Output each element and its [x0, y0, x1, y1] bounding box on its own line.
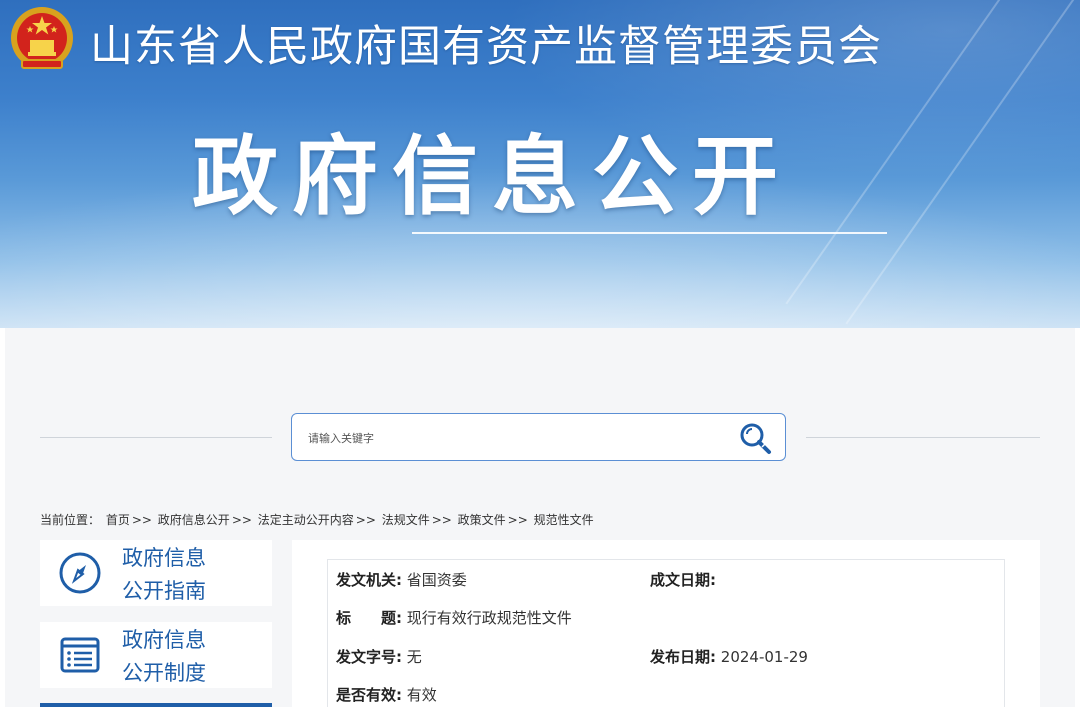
breadcrumb-separator: >> — [231, 513, 252, 527]
breadcrumb-policy-docs[interactable]: 政策文件 — [458, 513, 506, 527]
sidebar-label-line: 公开指南 — [122, 579, 206, 603]
search-input[interactable] — [306, 424, 730, 452]
meta-title: 标 题: 现行有效行政规范性文件 — [336, 607, 572, 628]
meta-published-label: 发布日期: — [650, 648, 716, 666]
sidebar-item-system[interactable]: 政府信息 公开制度 — [40, 622, 272, 688]
meta-published-value: 2024-01-29 — [720, 648, 808, 666]
sidebar-label-line: 公开制度 — [122, 661, 206, 685]
search-divider-right — [806, 437, 1040, 438]
breadcrumb-separator: >> — [131, 513, 152, 527]
breadcrumb-home[interactable]: 首页 — [106, 513, 130, 527]
breadcrumb-prefix: 当前位置： — [40, 513, 101, 527]
breadcrumb-separator: >> — [355, 513, 376, 527]
document-list-icon — [60, 637, 100, 673]
sidebar-item-label: 政府信息 公开制度 — [122, 624, 262, 690]
search-icon[interactable] — [737, 420, 773, 456]
meta-published-date: 发布日期: 2024-01-29 — [650, 646, 808, 667]
search-divider-left — [40, 437, 272, 438]
meta-issuer: 发文机关: 省国资委 — [336, 569, 467, 590]
search-bar — [291, 413, 786, 461]
sidebar-item-label: 政府信息 公开指南 — [122, 542, 262, 608]
site-title: 山东省人民政府国有资产监督管理委员会 — [90, 22, 882, 72]
compass-icon — [59, 552, 101, 594]
sidebar-label-line: 政府信息 — [122, 546, 206, 570]
sidebar-item-active-indicator[interactable] — [40, 703, 272, 707]
heading-underline — [412, 232, 887, 234]
meta-validity-value: 有效 — [406, 686, 437, 704]
breadcrumb: 当前位置： 首页 >> 政府信息公开 >> 法定主动公开内容 >> 法规文件 >> 政策… — [40, 511, 596, 528]
breadcrumb-normative-docs[interactable]: 规范性文件 — [534, 513, 594, 527]
sidebar-label-line: 政府信息 — [122, 628, 206, 652]
meta-title-value: 现行有效行政规范性文件 — [406, 609, 572, 627]
breadcrumb-separator: >> — [507, 513, 528, 527]
meta-created-label: 成文日期: — [650, 571, 716, 589]
meta-doc-number-label: 发文字号: — [336, 648, 402, 666]
meta-doc-number: 发文字号: 无 — [336, 646, 422, 667]
page-heading: 政府信息公开 — [192, 127, 792, 227]
meta-issuer-label: 发文机关: — [336, 571, 402, 589]
meta-issuer-value: 省国资委 — [406, 571, 467, 589]
meta-validity: 是否有效: 有效 — [336, 684, 437, 705]
breadcrumb-regulations[interactable]: 法规文件 — [382, 513, 430, 527]
sidebar-item-guide[interactable]: 政府信息 公开指南 — [40, 540, 272, 606]
breadcrumb-separator: >> — [431, 513, 452, 527]
national-emblem-icon — [11, 7, 73, 69]
breadcrumb-statutory-content[interactable]: 法定主动公开内容 — [258, 513, 354, 527]
meta-title-label: 标 题: — [336, 609, 402, 627]
meta-validity-label: 是否有效: — [336, 686, 402, 704]
breadcrumb-info-disclosure[interactable]: 政府信息公开 — [158, 513, 230, 527]
meta-doc-number-value: 无 — [406, 648, 422, 666]
meta-created-date: 成文日期: — [650, 569, 716, 590]
banner: 山东省人民政府国有资产监督管理委员会 政府信息公开 — [0, 0, 1080, 328]
